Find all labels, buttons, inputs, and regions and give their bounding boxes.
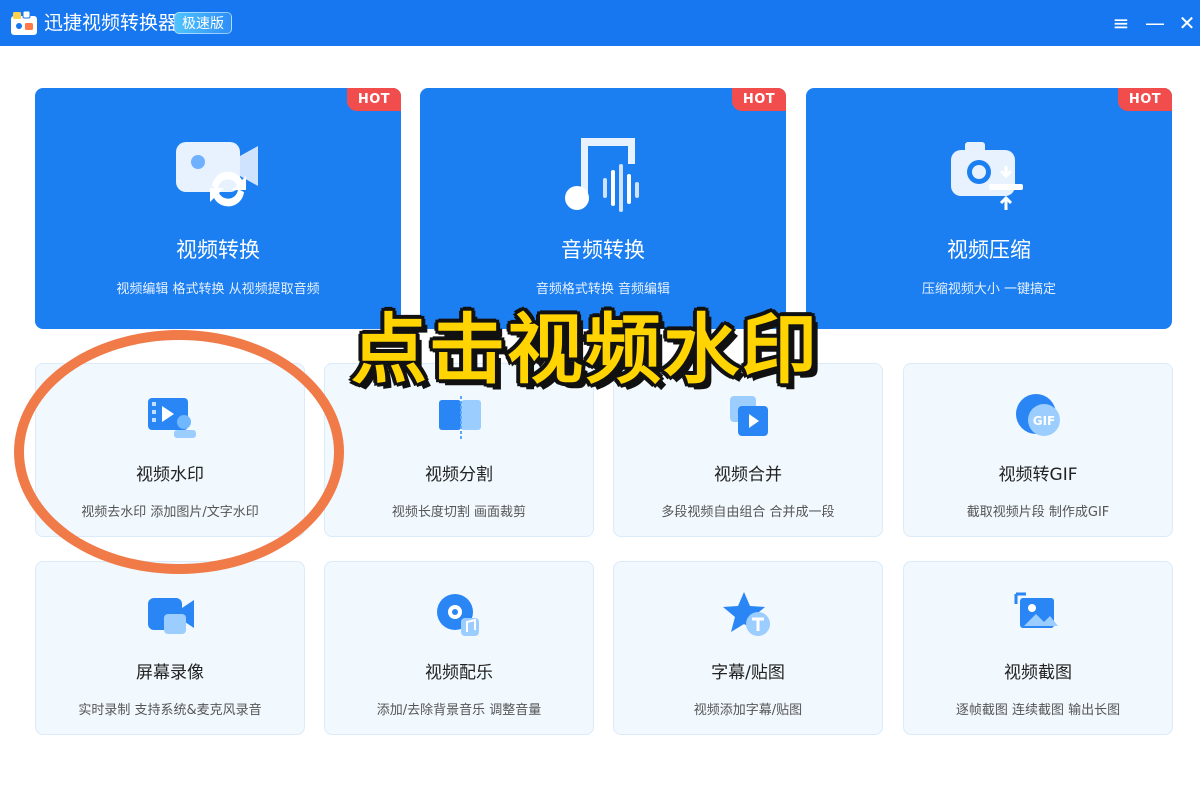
card-subtitle: 视频编辑 格式转换 从视频提取音频: [116, 282, 320, 297]
card-video-screenshot[interactable]: 视频截图 逐帧截图 连续截图 输出长图: [903, 561, 1173, 735]
card-title: 视频水印: [136, 465, 204, 485]
card-video-compress[interactable]: HOT 视频压缩 压缩视频大小 一键搞定: [806, 88, 1172, 329]
app-title: 迅捷视频转换器: [44, 12, 178, 34]
subtitle-sticker-icon: [723, 592, 770, 636]
video-convert-icon: [176, 142, 258, 207]
card-subtitle: 添加/去除背景音乐 调整音量: [376, 703, 542, 718]
card-title: 视频转GIF: [998, 465, 1078, 485]
card-subtitle: 实时录制 支持系统&麦克风录音: [78, 703, 262, 718]
close-icon[interactable]: ✕: [1176, 12, 1198, 34]
card-video-to-gif[interactable]: GIF 视频转GIF 截取视频片段 制作成GIF: [903, 363, 1173, 537]
video-watermark-icon: [148, 398, 196, 438]
title-bar: 迅捷视频转换器 极速版 ≡ — ✕: [0, 0, 1200, 46]
card-subtitle: 多段视频自由组合 合并成一段: [661, 505, 835, 520]
card-subtitle: 逐帧截图 连续截图 输出长图: [955, 703, 1121, 718]
card-title: 视频压缩: [947, 238, 1031, 262]
video-compress-icon: [951, 142, 1023, 210]
card-screen-record[interactable]: 屏幕录像 实时录制 支持系统&麦克风录音: [35, 561, 305, 735]
card-title: 视频配乐: [425, 663, 493, 683]
menu-icon[interactable]: ≡: [1110, 12, 1132, 34]
card-subtitle: 视频添加字幕/贴图: [693, 703, 803, 718]
gif-icon: GIF: [1016, 394, 1060, 436]
card-title: 视频合并: [714, 465, 782, 485]
card-title: 音频转换: [561, 238, 645, 262]
card-subtitle: 截取视频片段 制作成GIF: [966, 505, 1110, 520]
hot-badge: HOT: [732, 88, 786, 111]
card-title: 视频分割: [425, 465, 493, 485]
music-icon: [437, 594, 479, 636]
card-subtitle: 视频长度切割 画面裁剪: [391, 505, 527, 520]
card-video-watermark[interactable]: 视频水印 视频去水印 添加图片/文字水印: [35, 363, 305, 537]
card-title: 屏幕录像: [136, 663, 204, 683]
card-subtitle: 压缩视频大小 一键搞定: [921, 282, 1057, 297]
card-title: 视频截图: [1004, 663, 1072, 683]
app-logo-icon: [11, 10, 37, 35]
card-subtitle: 视频去水印 添加图片/文字水印: [81, 505, 259, 520]
minimize-icon[interactable]: —: [1144, 12, 1166, 34]
screenshot-icon: [1014, 592, 1058, 628]
edition-badge: 极速版: [174, 12, 232, 34]
card-subtitle-sticker[interactable]: 字幕/贴图 视频添加字幕/贴图: [613, 561, 883, 735]
card-audio-convert[interactable]: HOT 音频转换 音频格式转换 音频编辑: [420, 88, 786, 329]
hot-badge: HOT: [1118, 88, 1172, 111]
tutorial-caption: 点击视频水印: [351, 305, 819, 394]
card-video-convert[interactable]: HOT 视频转换 视频编辑 格式转换 从视频提取音频: [35, 88, 401, 329]
hot-badge: HOT: [347, 88, 401, 111]
card-subtitle: 音频格式转换 音频编辑: [535, 282, 671, 297]
card-title: 视频转换: [176, 238, 260, 262]
card-title: 字幕/贴图: [711, 663, 785, 683]
audio-convert-icon: [565, 138, 639, 212]
gif-icon-label: GIF: [1033, 414, 1056, 428]
screen-record-icon: [148, 598, 194, 634]
card-video-music[interactable]: 视频配乐 添加/去除背景音乐 调整音量: [324, 561, 594, 735]
